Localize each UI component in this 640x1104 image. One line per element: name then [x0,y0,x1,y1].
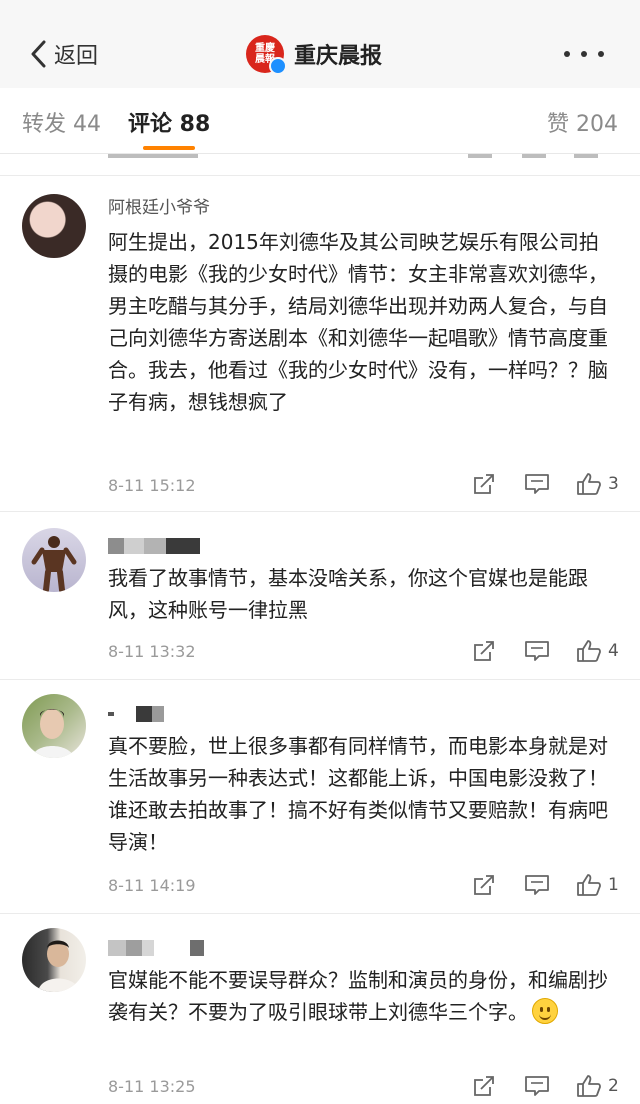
reply-button[interactable] [524,1074,550,1098]
share-button[interactable] [472,639,496,663]
commenter-name[interactable]: 阿根廷小爷爷 [108,198,210,218]
like-button[interactable]: 2 [576,1074,619,1098]
comment-text: 我看了故事情节，基本没啥关系，你这个官媒也是能跟风，这种账号一律拉黑 [108,566,588,622]
commenter-name-redacted[interactable] [108,940,204,956]
share-button[interactable] [472,873,496,897]
comment-item: 我看了故事情节，基本没啥关系，你这个官媒也是能跟风，这种账号一律拉黑 8-11 … [0,512,640,680]
comment-actions: 1 [460,873,640,901]
reply-button[interactable] [524,472,550,496]
reply-button[interactable] [524,639,550,663]
commenter-avatar[interactable] [22,528,86,592]
comment-text: 官媒能不能不要误导群众？监制和演员的身份，和编剧抄袭有关？不要为了吸引眼球带上刘… [108,964,618,1028]
back-button[interactable]: 返回 [30,34,98,74]
active-tab-indicator [143,146,195,150]
verified-badge-icon [269,57,287,75]
previous-comment-partial [0,154,640,176]
chevron-left-icon [31,40,46,68]
commenter-avatar[interactable] [22,694,86,758]
comment-actions: 2 [460,1074,640,1102]
more-dot [581,51,587,57]
like-count: 4 [608,641,619,661]
commenter-name-redacted[interactable] [108,538,200,554]
tab-likes[interactable]: 赞 204 [547,106,618,138]
nav-account[interactable]: 重慶 晨報 重庆晨报 [246,32,382,76]
comment-time: 8-11 13:32 [108,642,196,661]
commenter-avatar[interactable] [22,928,86,992]
comment-icon [525,1076,549,1096]
share-button[interactable] [472,1074,496,1098]
comment-text: 真不要脸，世上很多事都有同样情节，而电影本身就是对生活故事另一种表达式！这都能上… [108,734,608,854]
like-button[interactable]: 3 [576,472,619,496]
thumbs-up-icon [577,473,601,495]
like-count: 3 [608,474,619,494]
thumbs-up-icon [577,1075,601,1097]
comment-text: 阿生提出，2015年刘德华及其公司映艺娱乐有限公司拍摄的电影《我的少女时代》情节… [108,230,608,414]
share-icon [474,474,494,494]
partial-meta [108,154,198,158]
like-count: 1 [608,875,619,895]
partial-share-icon [468,154,492,158]
share-button[interactable] [472,472,496,496]
comment-time: 8-11 14:19 [108,876,196,895]
comment-icon [525,875,549,895]
comment-actions: 4 [460,639,640,667]
avatar-figure [38,940,80,992]
thumbs-up-icon [577,874,601,896]
comment-icon [525,474,549,494]
thumbs-up-icon [577,640,601,662]
comment-icon [525,641,549,661]
comment-time: 8-11 15:12 [108,476,196,495]
nav-bar: 返回 重慶 晨報 重庆晨报 [0,0,640,88]
like-button[interactable]: 1 [576,873,619,897]
partial-comment-icon [522,154,546,158]
page-title: 重庆晨报 [294,44,383,69]
comment-item: 真不要脸，世上很多事都有同样情节，而电影本身就是对生活故事另一种表达式！这都能上… [0,680,640,914]
back-label: 返回 [54,44,99,69]
tab-comments[interactable]: 评论 88 [128,106,210,138]
share-icon [474,641,494,661]
account-avatar: 重慶 晨報 [246,35,287,75]
share-icon [474,1076,494,1096]
reply-button[interactable] [524,873,550,897]
comment-actions: 3 [460,472,640,500]
tab-bar: 转发 44 评论 88 赞 204 [0,88,640,154]
comment-item: 官媒能不能不要误导群众？监制和演员的身份，和编剧抄袭有关？不要为了吸引眼球带上刘… [0,914,640,1104]
share-icon [474,875,494,895]
more-button[interactable] [564,44,604,64]
avatar-figure [32,709,74,758]
tab-repost[interactable]: 转发 44 [22,106,101,138]
commenter-name-redacted[interactable] [108,706,164,722]
more-dot [564,51,570,57]
commenter-avatar[interactable] [22,194,86,258]
smile-emoji-icon [532,998,558,1024]
like-button[interactable]: 4 [576,639,619,663]
like-count: 2 [608,1076,619,1096]
avatar-figure [31,536,77,592]
comment-item: 阿根廷小爷爷 阿生提出，2015年刘德华及其公司映艺娱乐有限公司拍摄的电影《我的… [0,176,640,512]
partial-like-icon [574,154,598,158]
comment-time: 8-11 13:25 [108,1077,196,1096]
more-dot [598,51,604,57]
